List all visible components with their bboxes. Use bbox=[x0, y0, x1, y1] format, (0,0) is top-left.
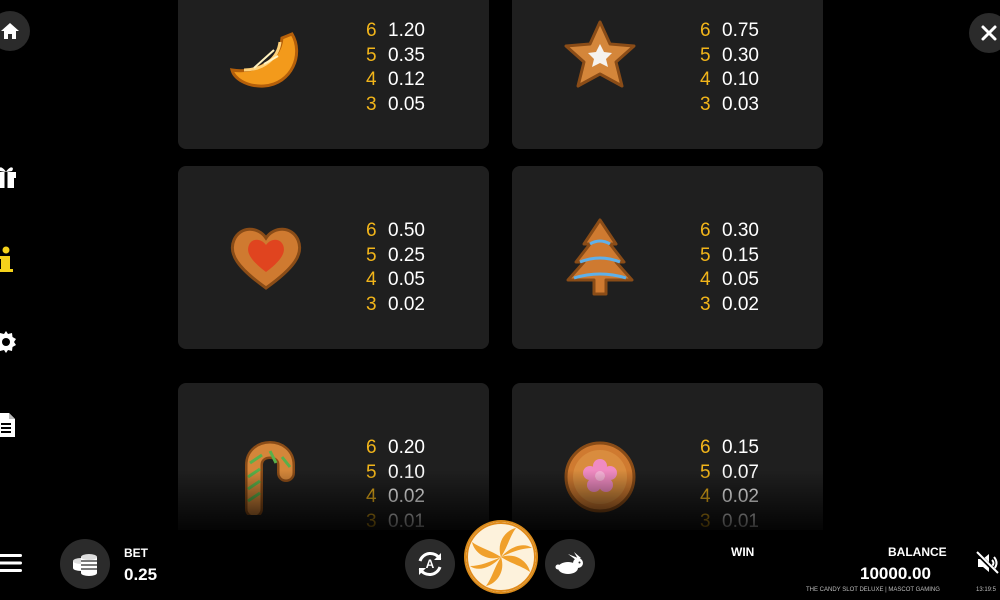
rules-button[interactable] bbox=[0, 411, 18, 439]
orange-slice-symbol-icon bbox=[229, 32, 299, 88]
flower-cookie-symbol-icon bbox=[564, 441, 636, 513]
pay-row: 4 0.10 bbox=[700, 69, 759, 91]
turbo-button[interactable] bbox=[545, 539, 595, 589]
spin-button[interactable] bbox=[466, 522, 536, 592]
heart-cookie-symbol-icon bbox=[230, 227, 302, 290]
home-button[interactable] bbox=[0, 11, 30, 51]
pay-row: 5 0.30 bbox=[700, 44, 759, 66]
pay-row: 5 0.25 bbox=[366, 244, 425, 266]
pay-list: 6 0.75 5 0.30 4 0.10 3 0.03 bbox=[700, 19, 759, 117]
sound-toggle[interactable] bbox=[974, 550, 1000, 576]
paytable-card-tree-cookie: 6 0.30 5 0.15 4 0.05 3 0.02 bbox=[512, 166, 823, 349]
pay-row: 3 0.02 bbox=[700, 293, 759, 315]
hamburger-icon bbox=[0, 554, 22, 572]
paytable-card-heart-cookie: 6 0.50 5 0.25 4 0.05 3 0.02 bbox=[178, 166, 489, 349]
star-cookie-symbol-icon bbox=[564, 20, 636, 88]
pay-row: 4 0.02 bbox=[700, 486, 759, 508]
pay-row: 6 0.20 bbox=[366, 437, 425, 459]
pay-row: 3 0.05 bbox=[366, 93, 425, 115]
settings-button[interactable] bbox=[0, 328, 18, 356]
home-icon bbox=[1, 23, 19, 39]
win-label: WIN bbox=[731, 545, 755, 559]
pay-row: 4 0.05 bbox=[700, 269, 759, 291]
sound-muted-icon bbox=[974, 550, 1000, 576]
gear-icon bbox=[0, 331, 16, 353]
pay-row: 4 0.02 bbox=[366, 486, 425, 508]
pay-row: 6 0.50 bbox=[366, 220, 425, 242]
pay-row: 4 0.12 bbox=[366, 69, 425, 91]
pay-list: 6 1.20 5 0.35 4 0.12 3 0.05 bbox=[366, 19, 425, 117]
paytable-card-orange-slice: 6 1.20 5 0.35 4 0.12 3 0.05 bbox=[178, 0, 489, 149]
pay-row: 6 0.75 bbox=[700, 20, 759, 42]
tree-cookie-symbol-icon bbox=[566, 218, 634, 296]
swirl-candy-icon bbox=[466, 522, 536, 592]
menu-button[interactable] bbox=[0, 552, 24, 574]
pay-row: 6 0.15 bbox=[700, 437, 759, 459]
pay-row: 5 0.35 bbox=[366, 44, 425, 66]
close-icon bbox=[981, 25, 997, 41]
bet-label: BET bbox=[124, 546, 148, 560]
info-icon bbox=[0, 246, 13, 272]
balance-label: BALANCE bbox=[888, 545, 947, 559]
rabbit-icon bbox=[555, 552, 583, 574]
bet-value: 0.25 bbox=[124, 565, 158, 584]
gift-icon bbox=[0, 167, 16, 188]
pay-row: 5 0.07 bbox=[700, 461, 759, 483]
close-button[interactable] bbox=[969, 13, 1000, 53]
info-button[interactable] bbox=[0, 246, 18, 274]
pay-row: 4 0.05 bbox=[366, 269, 425, 291]
bet-button[interactable] bbox=[60, 539, 110, 589]
paytable-card-star-cookie: 6 0.75 5 0.30 4 0.10 3 0.03 bbox=[512, 0, 823, 149]
document-icon bbox=[0, 413, 15, 437]
gift-button[interactable] bbox=[0, 162, 18, 190]
balance-value: 10000.00 bbox=[860, 564, 931, 583]
pay-row: 3 0.02 bbox=[366, 293, 425, 315]
pay-list: 6 0.15 5 0.07 4 0.02 3 0.01 bbox=[700, 436, 759, 534]
candy-cane-cookie-symbol-icon bbox=[245, 441, 295, 515]
pay-row: 6 0.30 bbox=[700, 220, 759, 242]
pay-list: 6 0.20 5 0.10 4 0.02 3 0.01 bbox=[366, 436, 425, 534]
pay-list: 6 0.30 5 0.15 4 0.05 3 0.02 bbox=[700, 219, 759, 317]
pay-row: 6 1.20 bbox=[366, 20, 425, 42]
autoplay-button[interactable]: A bbox=[405, 539, 455, 589]
pay-list: 6 0.50 5 0.25 4 0.05 3 0.02 bbox=[366, 219, 425, 317]
pay-row: 5 0.15 bbox=[700, 244, 759, 266]
pay-row: 3 0.03 bbox=[700, 93, 759, 115]
pay-row: 5 0.10 bbox=[366, 461, 425, 483]
autoplay-letter: A bbox=[425, 557, 435, 571]
clock: 13:19:5 bbox=[976, 587, 997, 593]
coins-icon bbox=[73, 554, 97, 576]
game-credits: THE CANDY SLOT DELUXE | MASCOT GAMING bbox=[806, 587, 940, 593]
